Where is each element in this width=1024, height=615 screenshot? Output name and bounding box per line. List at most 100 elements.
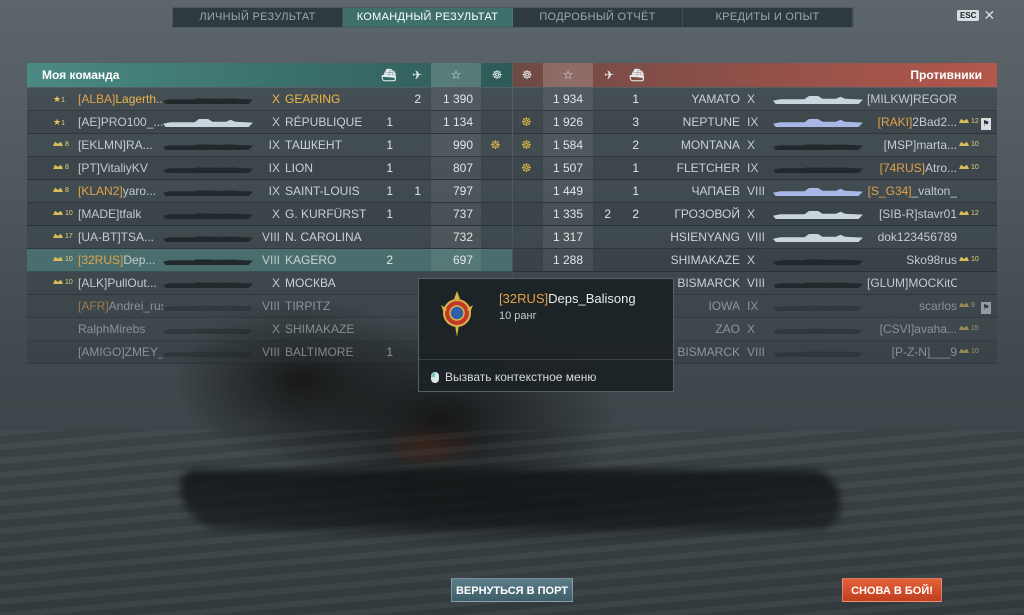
ship-tier: IX bbox=[747, 115, 759, 129]
clan-tag: [PT] bbox=[78, 161, 101, 175]
player-name[interactable]: [ALBA]Lagerth... bbox=[78, 88, 163, 110]
score-star-icon[interactable]: ☆ bbox=[543, 63, 593, 87]
ship-silhouette-icon bbox=[773, 326, 863, 334]
table-row[interactable]: ★1 [ALBA]Lagerth... X GEARING 2 1 390 bbox=[27, 88, 512, 111]
medal-column-icon[interactable]: ☸ bbox=[513, 63, 541, 87]
ship-tier: VIII bbox=[261, 230, 280, 244]
player-rank: ★1 bbox=[53, 116, 75, 128]
player-name[interactable]: [74RUS]Atro... bbox=[867, 157, 957, 179]
table-row[interactable]: 1 317 HSIENYANG VIII dok123456789 bbox=[513, 226, 997, 249]
table-row[interactable]: 1 335 2 2 ГРОЗОВОЙ X [SIB-R]stavr01 12 bbox=[513, 203, 997, 226]
player-name[interactable]: [AMIGO]ZMEY_AS... bbox=[78, 341, 163, 363]
planes-destroyed: 1 bbox=[414, 184, 421, 198]
score: 797 bbox=[431, 180, 481, 202]
ship-tier: X bbox=[747, 322, 756, 336]
nickname: ZMEY_AS... bbox=[124, 345, 163, 359]
table-row[interactable]: 17 [UA-BT]TSA... VIII N. CAROLINA 732 bbox=[27, 226, 512, 249]
player-name[interactable]: [EKLMN]RA... bbox=[78, 134, 163, 156]
player-rank: 9 bbox=[959, 300, 981, 312]
clan-tag: [AFR] bbox=[78, 299, 109, 313]
nickname: yaro... bbox=[122, 184, 157, 198]
planes-destroyed-icon[interactable]: ✈ bbox=[403, 63, 431, 87]
ships-destroyed: 2 bbox=[632, 138, 639, 152]
flag-icon: ⚑ bbox=[981, 302, 991, 314]
ship-silhouette-icon bbox=[773, 303, 863, 311]
score: 1 288 bbox=[543, 249, 593, 271]
ship-tier: X bbox=[747, 92, 756, 106]
player-name[interactable]: [GLUM]MOCKitOFF bbox=[867, 272, 957, 294]
table-row[interactable]: ☸ 1 926 3 NEPTUNE IX [RAKI]2Bad2... 12 ⚑ bbox=[513, 111, 997, 134]
table-row[interactable]: 10 [MADE]tfalk X G. KURFÜRST 1 737 bbox=[27, 203, 512, 226]
clan-tag: [MILKW] bbox=[867, 92, 914, 106]
player-name[interactable]: [CSVI]avaha... bbox=[867, 318, 957, 340]
close-icon[interactable]: ✕ bbox=[983, 8, 995, 22]
player-name[interactable]: [S_G34]_valton_ bbox=[867, 180, 957, 202]
ship-silhouette-icon bbox=[773, 234, 863, 242]
ship-tier: VIII bbox=[261, 345, 280, 359]
player-name[interactable]: [MADE]tfalk bbox=[78, 203, 163, 225]
player-name[interactable]: [32RUS]Dep... bbox=[78, 249, 163, 271]
clan-tag: [RAKI] bbox=[877, 115, 913, 129]
tab-credits-and-xp[interactable]: КРЕДИТЫ И ОПЫТ bbox=[683, 8, 853, 27]
ships-destroyed-icon[interactable]: ⛴ bbox=[375, 63, 403, 87]
crown-rank-icon bbox=[959, 210, 969, 215]
planes-destroyed-icon[interactable]: ✈ bbox=[595, 63, 623, 87]
player-name[interactable]: [UA-BT]TSA... bbox=[78, 226, 163, 248]
battle-again-button[interactable]: СНОВА В БОЙ! bbox=[842, 578, 942, 602]
clan-tag: [SIB-R] bbox=[878, 207, 918, 221]
player-rank: 15 bbox=[959, 323, 981, 335]
player-name[interactable]: [PT]VitaliyKV bbox=[78, 157, 163, 179]
tooltip-nickname: Deps_Balisong bbox=[548, 291, 636, 306]
player-name[interactable]: Sko98rus bbox=[867, 249, 957, 271]
player-name[interactable]: [AE]PRO100_... bbox=[78, 111, 163, 133]
player-name[interactable]: [AFR]Andrei_russ bbox=[78, 295, 163, 317]
return-to-port-button[interactable]: ВЕРНУТЬСЯ В ПОРТ bbox=[451, 578, 573, 602]
tab-team-result[interactable]: КОМАНДНЫЙ РЕЗУЛЬТАТ bbox=[343, 8, 513, 27]
clan-tag: [KLAN2] bbox=[78, 184, 123, 198]
clan-tag: [32RUS] bbox=[78, 253, 124, 267]
player-name[interactable]: [KLAN2]yaro... bbox=[78, 180, 163, 202]
ship-name: HSIENYANG bbox=[670, 230, 740, 244]
ship-name: SAINT-LOUIS bbox=[285, 184, 360, 198]
ship-silhouette-icon bbox=[163, 96, 253, 104]
ships-destroyed: 2 bbox=[386, 253, 393, 267]
player-name[interactable]: [SIB-R]stavr01 bbox=[867, 203, 957, 225]
mouse-right-click-icon bbox=[431, 371, 439, 383]
rank-number: 8 bbox=[65, 187, 69, 194]
table-row[interactable]: 10 [32RUS]Dep... VIII KAGERO 2 697 bbox=[27, 249, 512, 272]
tab-detailed-report[interactable]: ПОДРОБНЫЙ ОТЧЁТ bbox=[513, 8, 683, 27]
table-row[interactable]: 8 [KLAN2]yaro... IX SAINT-LOUIS 1 1 797 bbox=[27, 180, 512, 203]
clan-tag: [MSP] bbox=[883, 138, 917, 152]
score-star-icon[interactable]: ☆ bbox=[431, 63, 481, 87]
clan-tag: [AE] bbox=[78, 115, 101, 129]
player-name[interactable]: [MSP]marta... bbox=[867, 134, 957, 156]
esc-close[interactable]: ESC ✕ bbox=[957, 8, 995, 22]
player-name[interactable]: [MILKW]REGORO93 bbox=[867, 88, 957, 110]
player-name[interactable]: dok123456789 bbox=[867, 226, 957, 248]
rank-number: 10 bbox=[65, 210, 73, 217]
ship-tier: X bbox=[271, 322, 280, 336]
player-name[interactable]: [P-Z-N]___9 bbox=[867, 341, 957, 363]
table-row[interactable]: ★1 [AE]PRO100_... X RÉPUBLIQUE 1 1 134 bbox=[27, 111, 512, 134]
medal-column-icon[interactable]: ☸ bbox=[483, 63, 511, 87]
table-row[interactable]: 1 934 1 YAMATO X [MILKW]REGORO93 bbox=[513, 88, 997, 111]
crown-rank-icon bbox=[53, 210, 63, 215]
player-name[interactable]: [ALK]PullOut... bbox=[78, 272, 163, 294]
ships-destroyed-icon[interactable]: ⛴ bbox=[623, 63, 651, 87]
rank-number: 10 bbox=[65, 256, 73, 263]
crown-rank-icon bbox=[959, 256, 969, 261]
player-name[interactable]: [RAKI]2Bad2... bbox=[867, 111, 957, 133]
table-row[interactable]: 8 [EKLMN]RA... IX ТАШКЕНТ 1 990 ☸ bbox=[27, 134, 512, 157]
player-name[interactable]: RalphMirebs bbox=[78, 318, 163, 340]
ship-name: LION bbox=[285, 161, 314, 175]
table-row[interactable]: 1 288 SHIMAKAZE X Sko98rus 10 bbox=[513, 249, 997, 272]
player-name[interactable]: scarlos bbox=[867, 295, 957, 317]
tooltip-context-menu-hint[interactable]: Вызвать контекстное меню bbox=[431, 370, 596, 384]
table-row[interactable]: ☸ 1 507 1 FLETCHER IX [74RUS]Atro... 10 bbox=[513, 157, 997, 180]
ship-silhouette-icon bbox=[773, 280, 863, 288]
rank-number: 12 bbox=[971, 210, 979, 217]
table-row[interactable]: ☸ 1 584 2 MONTANA X [MSP]marta... 10 bbox=[513, 134, 997, 157]
tab-personal-result[interactable]: ЛИЧНЫЙ РЕЗУЛЬТАТ bbox=[173, 8, 343, 27]
table-row[interactable]: 8 [PT]VitaliyKV IX LION 1 807 bbox=[27, 157, 512, 180]
table-row[interactable]: 1 449 1 ЧАПАЕВ VIII [S_G34]_valton_ bbox=[513, 180, 997, 203]
